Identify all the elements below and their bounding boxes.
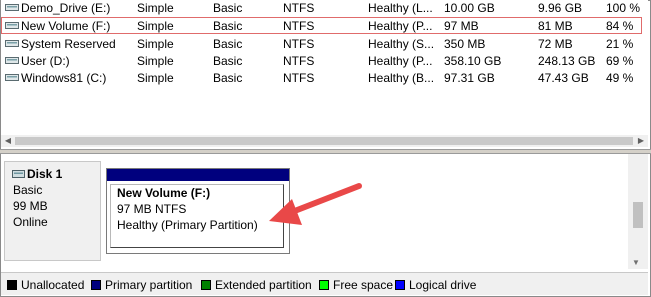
annotation-arrow-icon <box>269 183 362 225</box>
volume-capacity: 10.00 GB <box>444 1 495 15</box>
volume-percent-free: 84 % <box>606 19 634 33</box>
vertical-scroll-thumb[interactable] <box>633 202 643 228</box>
scroll-right-icon[interactable]: ▶ <box>635 136 647 146</box>
volume-name: User (D:) <box>21 54 70 68</box>
volume-capacity: 350 MB <box>444 37 486 51</box>
legend-logical-drive: Logical drive <box>395 278 476 292</box>
volume-filesystem: NTFS <box>283 54 315 68</box>
volume-name: System Reserved <box>21 37 116 51</box>
volume-percent-free: 49 % <box>606 71 634 85</box>
legend-swatch <box>91 280 101 290</box>
legend-unallocated: Unallocated <box>7 278 84 292</box>
volume-name: New Volume (F:) <box>21 19 111 33</box>
volume-row[interactable]: Demo_Drive (E:) Simple Basic NTFS Health… <box>1 0 648 16</box>
volume-percent-free: 69 % <box>606 54 634 68</box>
legend-label: Unallocated <box>21 278 85 292</box>
legend-label: Logical drive <box>409 278 477 292</box>
legend-primary-partition: Primary partition <box>91 278 192 292</box>
volume-status: Healthy (B... <box>368 71 435 85</box>
legend-free-space: Free space <box>319 278 393 292</box>
volume-name: Windows81 (C:) <box>21 71 107 85</box>
volume-type: Basic <box>213 71 243 85</box>
volume-name: Demo_Drive (E:) <box>21 1 111 15</box>
drive-icon <box>5 57 19 64</box>
volume-percent-free: 21 % <box>606 37 634 51</box>
volume-type: Basic <box>213 37 243 51</box>
volume-percent-free: 100 % <box>606 1 641 15</box>
volume-free-space: 81 MB <box>538 19 573 33</box>
volume-capacity: 97 MB <box>444 19 479 33</box>
drive-icon <box>5 40 19 47</box>
volume-type: Basic <box>213 19 243 33</box>
volume-status: Healthy (P... <box>368 54 433 68</box>
volume-row[interactable]: User (D:) Simple Basic NTFS Healthy (P..… <box>1 52 648 69</box>
volume-layout: Simple <box>137 71 174 85</box>
volume-filesystem: NTFS <box>283 71 315 85</box>
volume-layout: Simple <box>137 54 174 68</box>
volume-filesystem: NTFS <box>283 37 315 51</box>
volume-status: Healthy (S... <box>368 37 435 51</box>
volume-status: Healthy (P... <box>368 19 433 33</box>
drive-icon <box>5 22 19 29</box>
scroll-left-icon[interactable]: ◀ <box>2 136 14 146</box>
volume-layout: Simple <box>137 37 174 51</box>
volume-free-space: 9.96 GB <box>538 1 583 15</box>
legend-label: Primary partition <box>105 278 193 292</box>
legend-extended-partition: Extended partition <box>201 278 312 292</box>
drive-icon <box>5 74 19 81</box>
volume-filesystem: NTFS <box>283 1 315 15</box>
volume-list: Demo_Drive (E:) Simple Basic NTFS Health… <box>1 0 648 146</box>
volume-free-space: 72 MB <box>538 37 573 51</box>
volume-layout: Simple <box>137 1 174 15</box>
volume-capacity: 358.10 GB <box>444 54 502 68</box>
volume-status: Healthy (L... <box>368 1 433 15</box>
legend-swatch <box>201 280 211 290</box>
volume-type: Basic <box>213 1 243 15</box>
legend-bar: Unallocated Primary partition Extended p… <box>1 272 648 295</box>
vertical-scrollbar[interactable]: ▼ <box>628 154 648 269</box>
volume-type: Basic <box>213 54 243 68</box>
volume-free-space: 248.13 GB <box>538 54 596 68</box>
volume-filesystem: NTFS <box>283 19 315 33</box>
legend-swatch <box>319 280 329 290</box>
horizontal-scrollbar[interactable]: ◀ ▶ <box>1 135 648 147</box>
volume-row-selected[interactable]: New Volume (F:) Simple Basic NTFS Health… <box>1 17 642 34</box>
volume-row[interactable]: Windows81 (C:) Simple Basic NTFS Healthy… <box>1 69 648 86</box>
drive-icon <box>5 4 19 11</box>
legend-label: Free space <box>333 278 394 292</box>
volume-row[interactable]: System Reserved Simple Basic NTFS Health… <box>1 35 648 52</box>
volume-capacity: 97.31 GB <box>444 71 495 85</box>
legend-label: Extended partition <box>215 278 312 292</box>
scroll-down-icon[interactable]: ▼ <box>632 258 640 267</box>
volume-free-space: 47.43 GB <box>538 71 589 85</box>
horizontal-scroll-thumb[interactable] <box>15 137 633 145</box>
legend-swatch <box>395 280 405 290</box>
legend-swatch <box>7 280 17 290</box>
volume-layout: Simple <box>137 19 174 33</box>
disk-map: Disk 1 Basic 99 MB Online New Volume (F:… <box>1 154 627 269</box>
